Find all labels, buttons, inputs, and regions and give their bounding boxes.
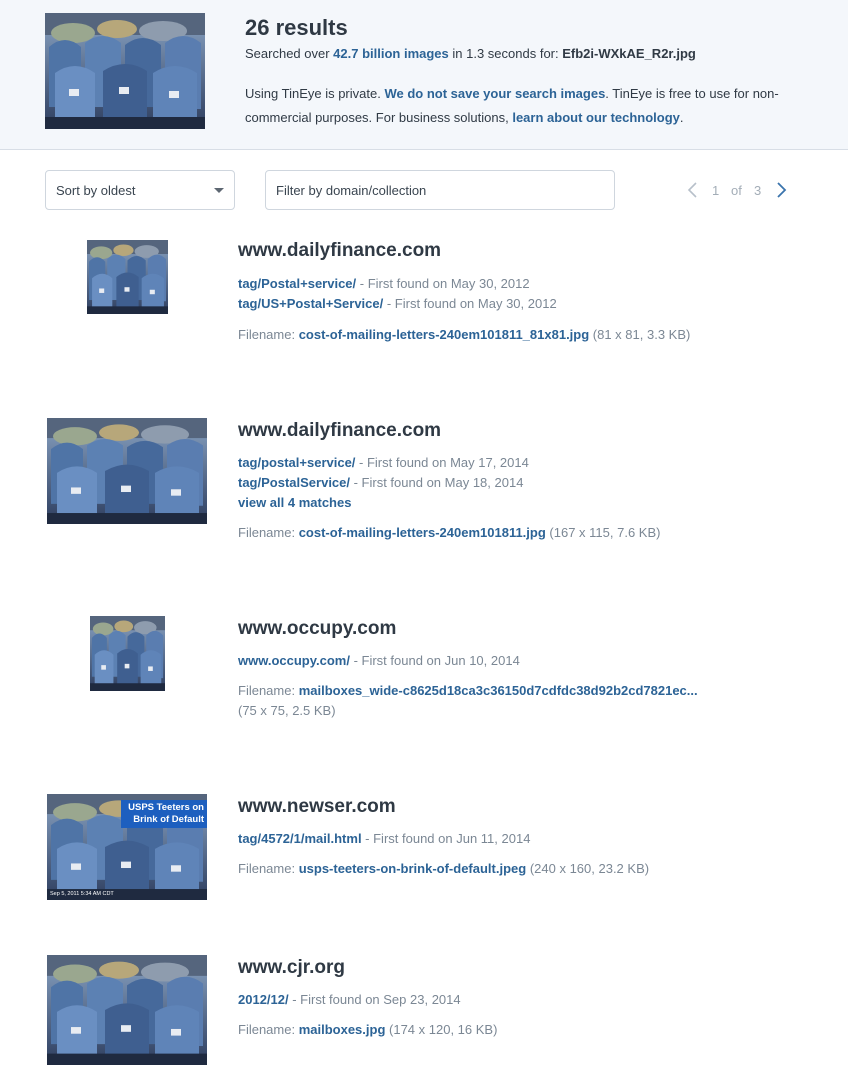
result-filename: Filename: cost-of-mailing-letters-240em1…: [238, 327, 691, 342]
file-info: (167 x 115, 7.6 KB): [545, 525, 661, 540]
query-filename: Efb2i-WXkAE_R2r.jpg: [562, 46, 696, 61]
result-thumbnail[interactable]: [87, 240, 168, 314]
result-item: www.cjr.org 2012/12/ - First found on Se…: [0, 955, 848, 1067]
privacy-notice: Using TinEye is private. We do not save …: [245, 86, 779, 125]
file-info: (81 x 81, 3.3 KB): [589, 327, 691, 342]
sort-dropdown[interactable]: Sort by oldest: [45, 170, 235, 210]
filename-link[interactable]: mailboxes_wide-c8625d18ca3c36150d7cdfdc3…: [299, 683, 698, 698]
match-path-link[interactable]: 2012/12/: [238, 992, 289, 1007]
file-info: (75 x 75, 2.5 KB): [238, 703, 336, 718]
result-thumbnail[interactable]: USPS Teeters on Brink of Default Sep 5, …: [47, 794, 207, 900]
pagination: 1 of 3: [684, 178, 794, 202]
result-filename: Filename: mailboxes.jpg (174 x 120, 16 K…: [238, 1022, 498, 1037]
file-info: (174 x 120, 16 KB): [385, 1022, 498, 1037]
first-found-date: Sep 23, 2014: [383, 992, 461, 1007]
match-line: tag/PostalService/ - First found on May …: [238, 475, 524, 490]
result-filename: Filename: mailboxes_wide-c8625d18ca3c361…: [238, 683, 698, 698]
result-item: www.occupy.com www.occupy.com/ - First f…: [0, 616, 848, 736]
match-line: tag/postal+service/ - First found on May…: [238, 455, 529, 470]
filename-link[interactable]: cost-of-mailing-letters-240em101811.jpg: [299, 525, 546, 540]
match-path-link[interactable]: tag/US+Postal+Service/: [238, 296, 383, 311]
result-item: www.dailyfinance.com tag/postal+service/…: [0, 418, 848, 558]
filter-domain-input[interactable]: [265, 170, 615, 210]
search-header: 26 results Searched over 42.7 billion im…: [0, 0, 848, 150]
match-line: tag/4572/1/mail.html - First found on Ju…: [238, 831, 531, 846]
result-item: USPS Teeters on Brink of Default Sep 5, …: [0, 794, 848, 904]
chevron-down-icon: [214, 188, 224, 193]
chevron-right-icon[interactable]: [772, 180, 790, 200]
result-domain: www.occupy.com: [238, 618, 397, 639]
thumbnail-caption: USPS Teeters on Brink of Default: [121, 800, 207, 828]
result-domain: www.cjr.org: [238, 957, 345, 978]
result-thumbnail[interactable]: [47, 955, 207, 1065]
match-path-link[interactable]: tag/PostalService/: [238, 475, 350, 490]
result-domain: www.dailyfinance.com: [238, 420, 442, 441]
result-domain: www.dailyfinance.com: [238, 240, 442, 261]
view-all-matches: view all 4 matches: [238, 495, 351, 510]
first-found-date: May 30, 2012: [450, 276, 530, 291]
page-current: 1: [712, 183, 720, 198]
result-item: www.dailyfinance.com tag/Postal+service/…: [0, 240, 848, 370]
privacy-link[interactable]: We do not save your search images: [384, 86, 605, 101]
thumbnail-timestamp: Sep 5, 2011 5:34 AM CDT: [50, 891, 114, 897]
search-summary: Searched over 42.7 billion images in 1.3…: [245, 46, 696, 61]
match-path-link[interactable]: tag/Postal+service/: [238, 276, 356, 291]
match-line: www.occupy.com/ - First found on Jun 10,…: [238, 653, 520, 668]
first-found-date: May 18, 2014: [444, 475, 524, 490]
result-filename: Filename: usps-teeters-on-brink-of-defau…: [238, 861, 650, 876]
result-thumbnail[interactable]: [47, 418, 207, 524]
result-thumbnail[interactable]: [90, 616, 165, 691]
technology-link[interactable]: learn about our technology: [512, 110, 680, 125]
first-found-date: May 17, 2014: [450, 455, 529, 470]
index-size-link[interactable]: 42.7 billion images: [333, 46, 449, 61]
page-of-label: of: [731, 183, 742, 198]
page-total: 3: [754, 183, 762, 198]
first-found-date: May 30, 2012: [477, 296, 557, 311]
chevron-left-icon[interactable]: [684, 180, 702, 200]
match-line: tag/US+Postal+Service/ - First found on …: [238, 296, 557, 311]
sort-dropdown-value: Sort by oldest: [56, 183, 136, 198]
result-domain: www.newser.com: [238, 796, 396, 817]
filename-link[interactable]: usps-teeters-on-brink-of-default.jpeg: [299, 861, 527, 876]
view-all-matches-link[interactable]: view all 4 matches: [238, 495, 351, 510]
filename-link[interactable]: mailboxes.jpg: [299, 1022, 386, 1037]
match-line: tag/Postal+service/ - First found on May…: [238, 276, 530, 291]
first-found-date: Jun 10, 2014: [444, 653, 520, 668]
result-filename: Filename: cost-of-mailing-letters-240em1…: [238, 525, 661, 540]
file-info: (240 x 160, 23.2 KB): [526, 861, 650, 876]
match-path-link[interactable]: tag/postal+service/: [238, 455, 355, 470]
match-line: 2012/12/ - First found on Sep 23, 2014: [238, 992, 461, 1007]
query-image-thumbnail[interactable]: [45, 13, 205, 129]
match-path-link[interactable]: www.occupy.com/: [238, 653, 350, 668]
results-count: 26 results: [245, 15, 348, 40]
filename-link[interactable]: cost-of-mailing-letters-240em101811_81x8…: [299, 327, 589, 342]
first-found-date: Jun 11, 2014: [456, 831, 531, 846]
match-path-link[interactable]: tag/4572/1/mail.html: [238, 831, 362, 846]
